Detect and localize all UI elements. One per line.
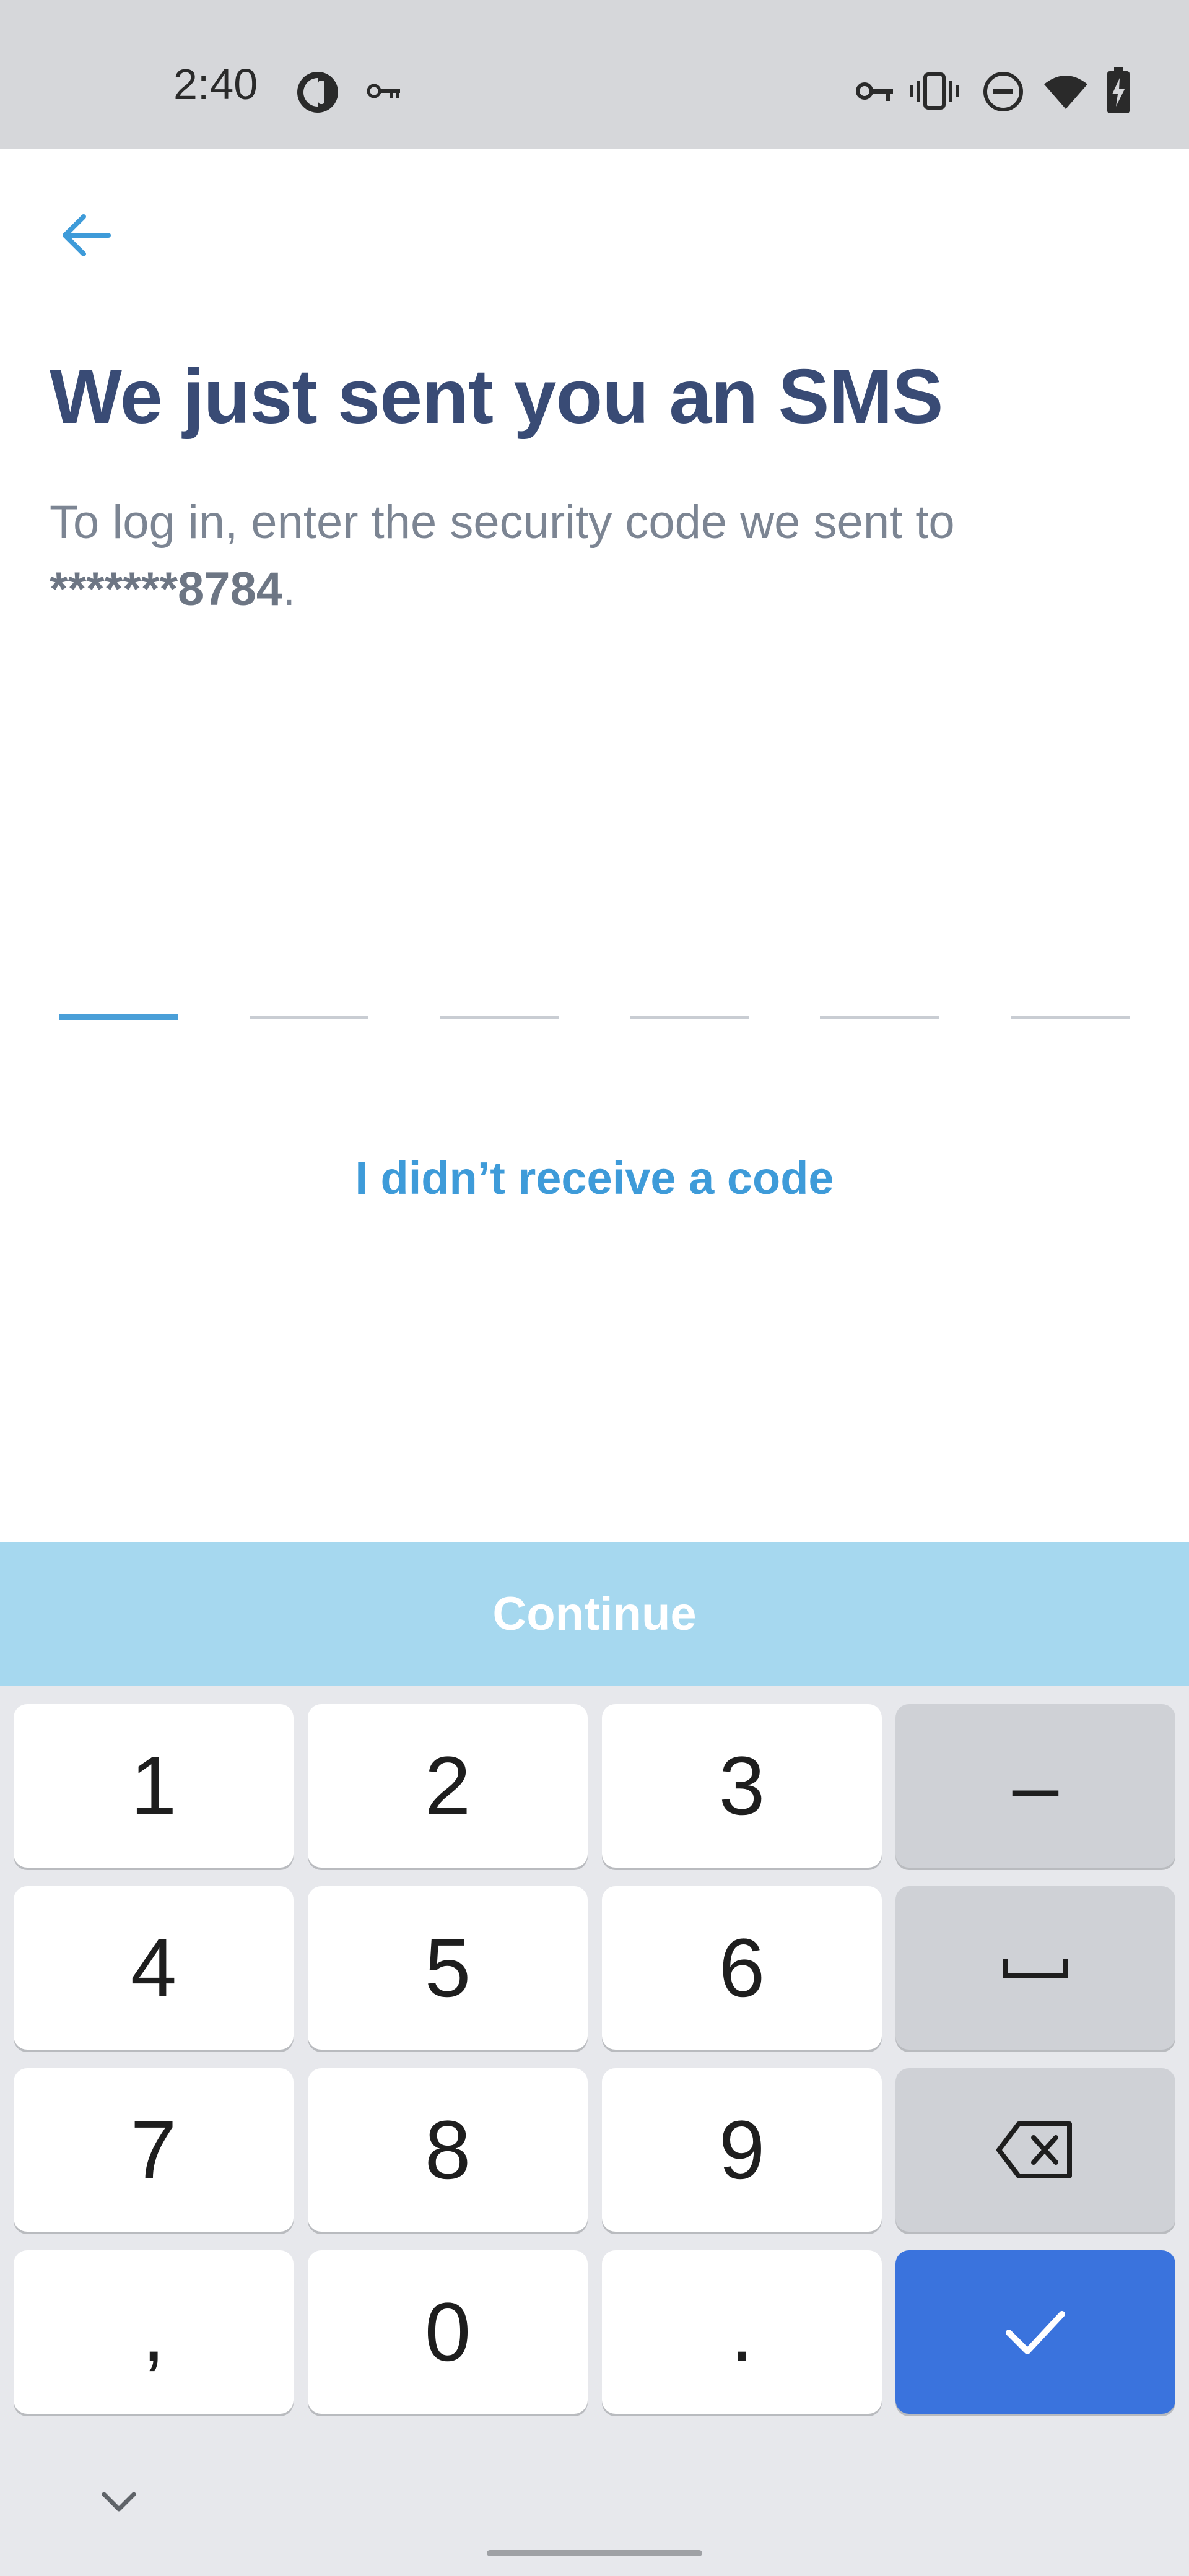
do-not-disturb-icon bbox=[982, 71, 1024, 116]
chevron-down-icon bbox=[102, 2492, 136, 2512]
key-9[interactable]: 9 bbox=[602, 2068, 882, 2232]
code-digit-6[interactable] bbox=[1011, 1016, 1130, 1019]
code-digit-5[interactable] bbox=[820, 1016, 939, 1019]
key-1[interactable]: 1 bbox=[14, 1704, 294, 1868]
key-3[interactable]: 3 bbox=[602, 1704, 882, 1868]
arrow-left-icon bbox=[63, 214, 111, 256]
masked-phone-number: *******8784 bbox=[50, 563, 283, 616]
key-enter[interactable] bbox=[895, 2250, 1175, 2414]
code-digit-2[interactable] bbox=[250, 1016, 368, 1019]
continue-button[interactable]: Continue bbox=[0, 1542, 1189, 1686]
key-4[interactable]: 4 bbox=[14, 1886, 294, 2050]
status-time: 2:40 bbox=[173, 60, 258, 108]
battery-charging-icon bbox=[1106, 67, 1131, 117]
code-digit-1[interactable] bbox=[59, 1014, 178, 1020]
subtitle-period: . bbox=[282, 563, 296, 616]
key-7[interactable]: 7 bbox=[14, 2068, 294, 2232]
key-space[interactable] bbox=[895, 1886, 1175, 2050]
checkmark-icon bbox=[1006, 2311, 1065, 2354]
key-period[interactable]: . bbox=[602, 2250, 882, 2414]
hide-keyboard-button[interactable] bbox=[99, 2489, 139, 2517]
code-digit-4[interactable] bbox=[630, 1016, 749, 1019]
key-2[interactable]: 2 bbox=[308, 1704, 588, 1868]
key-5[interactable]: 5 bbox=[308, 1886, 588, 2050]
security-code-input[interactable] bbox=[59, 1014, 1130, 1034]
code-digit-3[interactable] bbox=[440, 1016, 559, 1019]
space-icon bbox=[1003, 1959, 1068, 1978]
subtitle-text: To log in, enter the security code we se… bbox=[50, 496, 955, 549]
resend-code-link[interactable]: I didn’t receive a code bbox=[0, 1152, 1189, 1204]
key-0[interactable]: 0 bbox=[308, 2250, 588, 2414]
key-icon bbox=[367, 79, 403, 106]
key-8[interactable]: 8 bbox=[308, 2068, 588, 2232]
vibrate-icon bbox=[910, 71, 959, 115]
key-dash[interactable]: – bbox=[895, 1704, 1175, 1868]
status-bar: 2:40 bbox=[0, 0, 1189, 149]
home-gesture-bar[interactable] bbox=[487, 2550, 702, 2556]
key-comma[interactable]: , bbox=[14, 2250, 294, 2414]
app-notification-icon bbox=[296, 71, 339, 117]
page-subtitle: To log in, enter the security code we se… bbox=[50, 489, 1139, 623]
key-backspace[interactable] bbox=[895, 2068, 1175, 2232]
back-button[interactable] bbox=[50, 198, 124, 272]
vpn-key-icon bbox=[855, 77, 895, 108]
wifi-icon bbox=[1043, 73, 1089, 113]
backspace-icon bbox=[996, 2121, 1072, 2178]
page-title: We just sent you an SMS bbox=[50, 354, 943, 440]
key-6[interactable]: 6 bbox=[602, 1886, 882, 2050]
